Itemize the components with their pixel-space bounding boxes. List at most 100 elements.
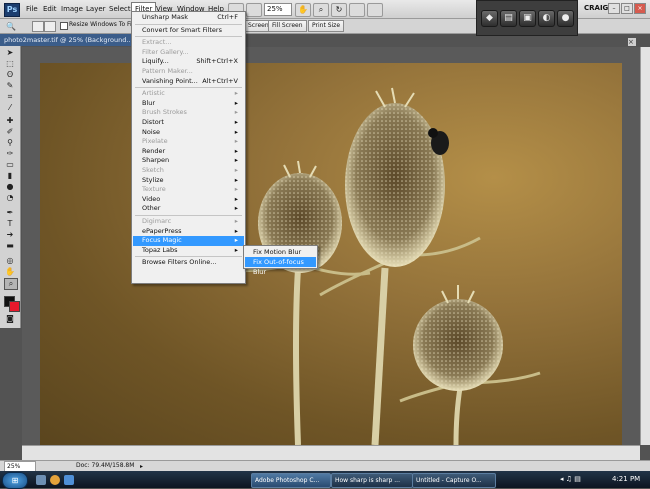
vertical-scrollbar[interactable] [640, 47, 650, 445]
adjustments-icon[interactable]: ▣ [519, 10, 536, 27]
quick-launch-desktop-icon[interactable] [36, 475, 46, 485]
filter-item-video[interactable]: Video ▸ [133, 195, 244, 205]
gradient-tool-icon[interactable]: ▮ [4, 171, 16, 181]
filter-item-focus-magic[interactable]: Focus Magic ▸ [133, 236, 244, 246]
lasso-tool-icon[interactable]: ʘ [4, 70, 16, 80]
submenu-arrow-icon: ▸ [234, 236, 238, 245]
masks-icon[interactable]: ◐ [538, 10, 555, 27]
zoom-tool-icon[interactable]: ⌕ [4, 278, 18, 290]
maximize-button[interactable]: □ [621, 3, 633, 14]
filter-item-label: Sketch [142, 166, 164, 174]
task-browser[interactable]: How sharp is sharp ... [331, 473, 413, 488]
close-button[interactable]: × [634, 3, 646, 14]
menu-file[interactable]: File [23, 4, 41, 14]
fill-screen-button[interactable]: Fill Screen [268, 20, 307, 32]
zoom-tool-icon[interactable]: ⌕ [313, 3, 329, 17]
move-tool-icon[interactable]: ➤ [4, 48, 16, 58]
filter-item-other[interactable]: Other ▸ [133, 204, 244, 214]
submenu-arrow-icon: ▸ [234, 127, 238, 136]
clone-stamp-tool-icon[interactable]: ⚲ [4, 138, 16, 148]
channels-icon[interactable]: ▤ [500, 10, 517, 27]
fix-motion-blur-item[interactable]: Fix Motion Blur [245, 247, 316, 257]
eyedropper-tool-icon[interactable]: ⁄ [4, 103, 16, 113]
filter-item-render[interactable]: Render ▸ [133, 147, 244, 157]
marquee-tool-icon[interactable]: ⬚ [4, 59, 16, 69]
filter-item-label: Vanishing Point... [142, 76, 198, 85]
print-size-button[interactable]: Print Size [308, 20, 345, 32]
photoshop-logo: Ps [4, 3, 20, 17]
filter-item-blur[interactable]: Blur ▸ [133, 99, 244, 109]
filter-item-label: Brush Strokes [142, 108, 187, 117]
screen-mode-icon[interactable] [367, 3, 383, 17]
fix-out-of-focus-blur-item[interactable]: Fix Out-of-focus Blur [245, 257, 316, 276]
healing-brush-tool-icon[interactable]: ✚ [4, 116, 16, 126]
filter-item-label: Other [142, 204, 161, 213]
zoom-out-icon[interactable] [44, 21, 56, 32]
filter-item-vanishing-point[interactable]: Vanishing Point... Alt+Ctrl+V [133, 77, 244, 87]
hand-tool-icon[interactable]: ✋ [295, 3, 311, 17]
3d-rotate-tool-icon[interactable]: ◎ [4, 256, 16, 266]
shortcut-label: Ctrl+F [217, 13, 238, 21]
zoom-level-field[interactable]: 25% [264, 3, 292, 16]
submenu-arrow-icon: ▸ [234, 185, 238, 194]
filter-item-topaz-labs[interactable]: Topaz Labs ▸ [133, 246, 244, 256]
filter-item-noise[interactable]: Noise ▸ [133, 128, 244, 138]
filter-item-label: Texture [142, 185, 166, 194]
tray-icons[interactable]: ◂ ♫ ▤ [560, 475, 581, 483]
layers-icon[interactable]: ◆ [481, 10, 498, 27]
menu-image[interactable]: Image [58, 4, 86, 14]
toolbox: ➤ ⬚ ʘ ✎ ⌗ ⁄ ✚ ✐ ⚲ ✑ ▭ ▮ ● ◔ ✒ T ➔ ▬ ◎ ✋ … [0, 46, 21, 328]
minimize-button[interactable]: – [608, 3, 620, 14]
filter-item-liquify[interactable]: Liquify... Shift+Ctrl+X [133, 57, 244, 67]
crop-tool-icon[interactable]: ⌗ [4, 92, 16, 102]
zoom-in-icon[interactable] [32, 21, 44, 32]
hand-tool-icon[interactable]: ✋ [4, 267, 16, 277]
start-button[interactable]: ⊞ [2, 472, 28, 489]
filter-item-label: Extract... [142, 38, 172, 47]
quick-launch-switch-icon[interactable] [64, 475, 74, 485]
quick-select-tool-icon[interactable]: ✎ [4, 81, 16, 91]
horizontal-scrollbar[interactable] [22, 445, 640, 460]
panel-dock: ◆ ▤ ▣ ◐ ● [476, 0, 578, 36]
background-color-swatch[interactable] [9, 301, 20, 312]
filter-item-sharpen[interactable]: Sharpen ▸ [133, 156, 244, 166]
filter-item-convert-for-smart-filters[interactable]: Convert for Smart Filters [133, 26, 244, 36]
history-brush-tool-icon[interactable]: ✑ [4, 149, 16, 159]
photo-canvas[interactable] [40, 63, 622, 445]
rotate-view-icon[interactable]: ↻ [331, 3, 347, 17]
filter-item-label: ePaperPress [142, 226, 182, 235]
view-extras-icon[interactable] [246, 3, 262, 17]
path-selection-tool-icon[interactable]: ➔ [4, 230, 16, 240]
brush-tool-icon[interactable]: ✐ [4, 127, 16, 137]
filter-item-sketch: Sketch ▸ [133, 166, 244, 176]
menu-layer[interactable]: Layer [83, 4, 109, 14]
quick-mask-icon[interactable]: ◙ [4, 314, 16, 324]
filter-item-browse-filters-online[interactable]: Browse Filters Online... [133, 258, 244, 268]
shape-tool-icon[interactable]: ▬ [4, 241, 16, 251]
filter-item-stylize[interactable]: Stylize ▸ [133, 176, 244, 186]
menu-separator [135, 256, 242, 258]
menu-select[interactable]: Select [106, 4, 134, 14]
filter-item-epaperpress[interactable]: ePaperPress ▸ [133, 227, 244, 237]
document-tab[interactable]: photo2master.tif @ 25% (Background... [0, 34, 137, 46]
eraser-tool-icon[interactable]: ▭ [4, 160, 16, 170]
filter-item-unsharp-mask[interactable]: Unsharp Mask Ctrl+F [133, 13, 244, 23]
shortcut-label: Alt+Ctrl+V [202, 76, 238, 85]
submenu-arrow-icon: ▸ [234, 166, 238, 174]
zoom-tool-preset-icon[interactable]: 🔍 [6, 22, 16, 31]
submenu-arrow-icon: ▸ [234, 118, 238, 126]
arrange-documents-icon[interactable] [349, 3, 365, 17]
document-close-icon[interactable]: × [628, 38, 636, 46]
resize-windows-checkbox[interactable] [60, 22, 68, 30]
filter-item-distort[interactable]: Distort ▸ [133, 118, 244, 128]
dodge-tool-icon[interactable]: ◔ [4, 193, 16, 203]
info-icon[interactable]: ● [557, 10, 574, 27]
pen-tool-icon[interactable]: ✒ [4, 208, 16, 218]
quick-launch-browser-icon[interactable] [50, 475, 60, 485]
blur-tool-icon[interactable]: ● [4, 182, 16, 192]
menu-separator [135, 36, 242, 38]
task-capture[interactable]: Untitled - Capture O... [412, 473, 496, 488]
type-tool-icon[interactable]: T [4, 219, 16, 229]
menu-edit[interactable]: Edit [40, 4, 60, 14]
task-photoshop[interactable]: Adobe Photoshop C... [251, 473, 331, 488]
